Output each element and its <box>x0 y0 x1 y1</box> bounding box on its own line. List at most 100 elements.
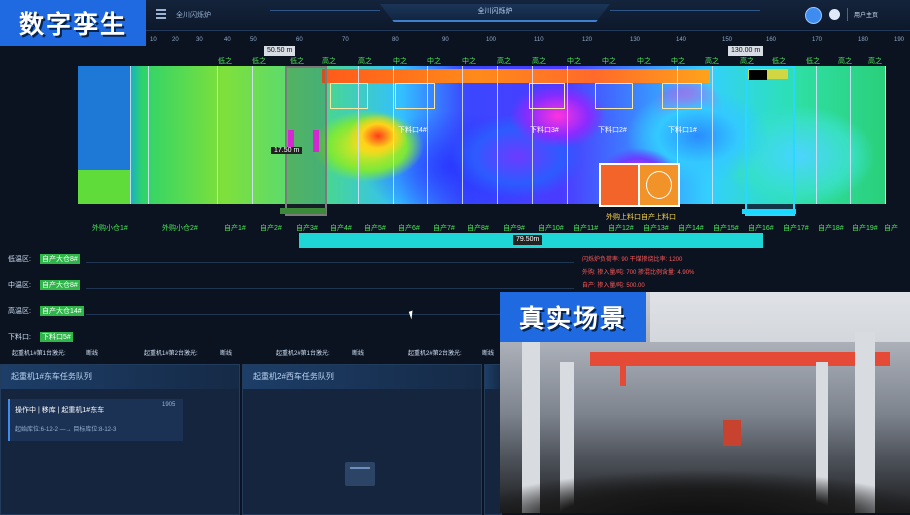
feed-hopper[interactable] <box>638 163 680 207</box>
panel-head <box>485 365 501 389</box>
laser-status-label: 起重机1#第2台激光: <box>144 351 198 357</box>
hopper-outline <box>529 83 565 109</box>
real-scene-badge: 真实场景 <box>500 292 646 342</box>
area-tag[interactable]: 下料口5# <box>40 332 73 342</box>
ruler-tick: 30 <box>196 37 203 43</box>
ruler-tick: 180 <box>858 37 869 43</box>
crane-rail-segment <box>742 209 796 214</box>
brand-title: 数字孪生 <box>18 11 127 39</box>
center-tab[interactable]: 全川闪烁炉 <box>380 4 610 22</box>
laser-status-value: 断线 <box>86 351 99 357</box>
header-divider <box>610 10 760 11</box>
bin-label: 外购小仓2# <box>162 225 198 232</box>
stats-row: 闪烁炉负荷率: 90 干煤掺烧比率: 1200 <box>582 257 683 263</box>
avatar[interactable] <box>805 7 822 24</box>
crane-cab <box>749 70 767 80</box>
outsourced-bin-fill <box>78 170 130 204</box>
brand-badge: 数字孪生 <box>0 0 146 46</box>
zone-label: 高之 <box>358 58 372 65</box>
zone-label: 高之 <box>740 58 754 65</box>
ruler-tick: 80 <box>392 37 399 43</box>
laser-status-value: 断线 <box>482 351 495 357</box>
zone-label: 中之 <box>393 58 407 65</box>
zone-label: 高之 <box>868 58 882 65</box>
area-tag[interactable]: 自产大仓8# <box>40 254 80 264</box>
bin-label: 自产1# <box>224 225 246 232</box>
crane-1-position: 17.50 m <box>271 147 303 154</box>
hopper-outline <box>330 83 368 109</box>
ruler-tick: 10 <box>150 37 157 43</box>
bin-label: 自产13# <box>643 225 669 232</box>
stats-row: 外购: 掺入量/吨: 700 掺混比例含量: 4.90% <box>582 270 695 276</box>
zone-label: 高之 <box>838 58 852 65</box>
user-home-link[interactable]: 用户主页 <box>854 10 878 19</box>
hopper-outline <box>662 83 702 109</box>
zone-label: 低之 <box>772 58 786 65</box>
bin-label: 自产19# <box>852 225 878 232</box>
zone-label: 低之 <box>290 58 304 65</box>
stats-row: 自产: 掺入量/吨: 500.00 <box>582 283 645 289</box>
laser-status-value: 断线 <box>220 351 233 357</box>
bin-divider <box>885 66 886 204</box>
bin-divider <box>252 66 253 204</box>
discharge-port-label: 下料口3# <box>530 127 559 134</box>
bin-label: 自产2# <box>260 225 282 232</box>
area-tag[interactable]: 自产大仓14# <box>40 306 84 316</box>
bin-divider <box>497 66 498 204</box>
inbound-port-label: 外购上料口自产上料口 <box>606 214 676 221</box>
bin-divider <box>567 66 568 204</box>
laser-status-label: 起重机2#第2台激光: <box>408 351 462 357</box>
coal-pile <box>500 470 910 513</box>
bin-label: 自产16# <box>748 225 774 232</box>
laser-status-label: 起重机2#第1台激光: <box>276 351 330 357</box>
crane-marker-right: 130.00 m <box>728 46 764 56</box>
crane-rail-segment <box>280 208 326 214</box>
high-temp-strip <box>322 69 710 83</box>
zone-label: 中之 <box>637 58 651 65</box>
laser-status-value: 断线 <box>352 351 365 357</box>
bin-divider <box>148 66 149 204</box>
bin-label: 自产7# <box>433 225 455 232</box>
bin-divider <box>130 66 131 204</box>
zone-label: 中之 <box>567 58 581 65</box>
zone-label: 中之 <box>671 58 685 65</box>
bin-label: 自产 <box>884 225 898 232</box>
mouse-cursor <box>408 310 416 320</box>
laser-status-label: 起重机1#第1台激光: <box>12 351 66 357</box>
area-tag[interactable]: 自产大仓8# <box>40 280 80 290</box>
center-tab-label: 全川闪烁炉 <box>477 8 513 15</box>
distance-ruler: 10 20 30 40 50 60 70 80 90 100 110 120 1… <box>146 37 910 46</box>
zone-label: 低之 <box>218 58 232 65</box>
ruler-tick: 110 <box>534 37 544 43</box>
bin-label: 自产6# <box>398 225 420 232</box>
bin-divider <box>816 66 817 204</box>
zone-label: 中之 <box>427 58 441 65</box>
zone-label: 低之 <box>806 58 820 65</box>
divider <box>86 262 574 263</box>
bin-label: 自产17# <box>783 225 809 232</box>
bin-divider <box>217 66 218 204</box>
theme-toggle-icon[interactable] <box>829 9 840 20</box>
bin-label: 自产4# <box>330 225 352 232</box>
feed-hopper[interactable] <box>599 163 641 207</box>
empty-state-icon <box>345 462 375 486</box>
zone-label: 高之 <box>322 58 336 65</box>
panel-title: 起重机2#西车任务队列 <box>243 365 481 389</box>
zone-label: 低之 <box>252 58 266 65</box>
crane-marker-left: 50.50 m <box>264 46 296 56</box>
panel-title: 起重机1#东车任务队列 <box>1 365 239 389</box>
divider <box>847 8 848 21</box>
ruler-tick: 170 <box>812 37 823 43</box>
area-label: 中温区: <box>8 282 31 289</box>
bin-label: 自产14# <box>678 225 704 232</box>
area-label: 低温区: <box>8 256 31 263</box>
app-title[interactable]: 全川闪烁炉 <box>176 10 211 20</box>
bin-divider <box>850 66 851 204</box>
ruler-tick: 160 <box>766 37 777 43</box>
ruler-tick: 50 <box>250 37 257 43</box>
crane-2-marker[interactable] <box>745 66 795 216</box>
bin-label: 自产9# <box>503 225 525 232</box>
bin-divider <box>712 66 713 204</box>
zone-label: 中之 <box>602 58 616 65</box>
menu-icon[interactable] <box>156 9 166 19</box>
